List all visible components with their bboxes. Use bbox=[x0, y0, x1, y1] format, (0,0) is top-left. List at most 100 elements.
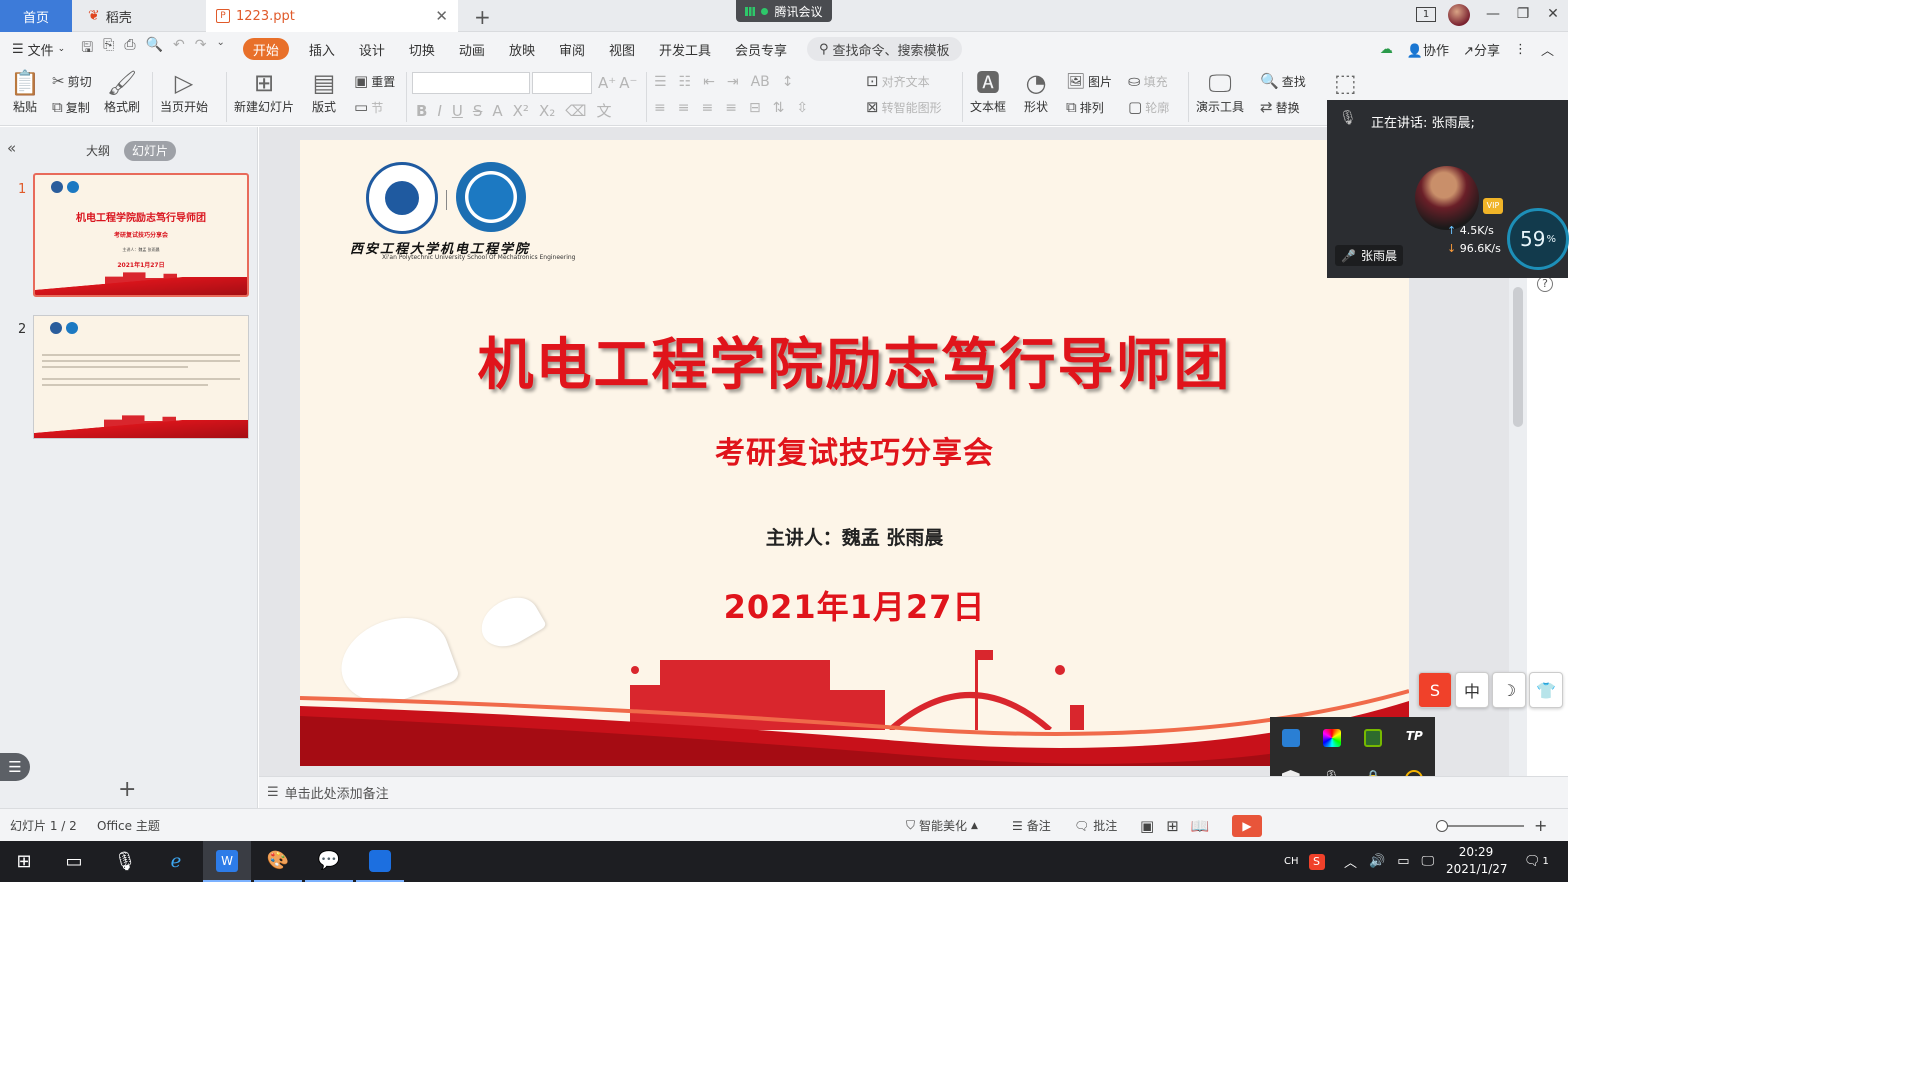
clock[interactable]: 20:29 2021/1/27 bbox=[1446, 844, 1508, 878]
slide-subtitle[interactable]: 考研复试技巧分享会 bbox=[300, 428, 1409, 472]
collapse-ribbon-icon[interactable]: ︿ bbox=[1541, 40, 1554, 59]
export-icon[interactable]: ⎘ bbox=[103, 37, 114, 61]
align-text-button[interactable]: ⊡ 对齐文本 bbox=[866, 72, 930, 90]
para-spacing-icon[interactable]: ⇳ bbox=[796, 100, 808, 116]
help-icon[interactable]: ? bbox=[1537, 276, 1553, 292]
subscript-icon[interactable]: X₂ bbox=[539, 102, 555, 120]
phonetic-icon[interactable]: 文 bbox=[596, 100, 611, 121]
volume-icon[interactable]: 🔊 bbox=[1369, 854, 1385, 869]
align-right-icon[interactable]: ≡ bbox=[701, 100, 713, 116]
underline-icon[interactable]: U bbox=[452, 102, 463, 120]
share-button[interactable]: ↗分享 bbox=[1463, 40, 1500, 59]
menu-view[interactable]: 视图 bbox=[597, 32, 647, 66]
clear-format-icon[interactable]: ⌫ bbox=[565, 102, 586, 120]
beautify-button[interactable]: ⛉ 智能美化 ▲ bbox=[906, 809, 978, 842]
task-view-button[interactable]: ▭ bbox=[50, 841, 98, 882]
tab-home[interactable]: 首页 bbox=[0, 0, 72, 32]
minimize-icon[interactable]: — bbox=[1478, 6, 1508, 22]
align-left-icon[interactable]: ≡ bbox=[654, 100, 666, 116]
slide-thumbnail-1[interactable]: 机电工程学院励志笃行导师团 考研复试技巧分享会 主讲人：魏孟 张雨晨 2021年… bbox=[33, 173, 249, 297]
user-avatar[interactable] bbox=[1448, 4, 1470, 26]
menu-review[interactable]: 审阅 bbox=[547, 32, 597, 66]
undo-icon[interactable]: ↶ bbox=[173, 37, 185, 61]
nvidia-icon[interactable] bbox=[1364, 728, 1383, 747]
slide-1[interactable]: 西安工程大学机电工程学院 Xi'an Polytechnic Universit… bbox=[300, 140, 1409, 766]
taskbar-wechat[interactable]: 💬 bbox=[305, 841, 353, 882]
tab-document[interactable]: P 1223.ppt ✕ bbox=[206, 0, 458, 32]
battery-icon[interactable]: ▭ bbox=[1397, 854, 1409, 869]
italic-icon[interactable]: I bbox=[437, 102, 441, 120]
numbered-list-icon[interactable]: ☷ bbox=[679, 74, 692, 90]
menu-member[interactable]: 会员专享 bbox=[723, 32, 799, 66]
replace-button[interactable]: ⇄ 替换 bbox=[1260, 98, 1300, 116]
scrollbar-thumb[interactable] bbox=[1513, 287, 1523, 427]
start-button[interactable]: ⊞ bbox=[0, 841, 48, 882]
menu-developer[interactable]: 开发工具 bbox=[647, 32, 723, 66]
picture-button[interactable]: 🖼 图片 bbox=[1066, 72, 1112, 90]
taskbar-meeting[interactable]: 🎙 bbox=[101, 841, 149, 882]
zoom-slider[interactable] bbox=[1436, 819, 1524, 832]
justify-icon[interactable]: ≡ bbox=[725, 100, 737, 116]
font-family-select[interactable] bbox=[412, 72, 530, 94]
play-slideshow-button[interactable]: ▶ bbox=[1232, 809, 1262, 842]
section-button[interactable]: ▭ 节 bbox=[354, 98, 383, 116]
menu-design[interactable]: 设计 bbox=[347, 32, 397, 66]
slide-title[interactable]: 机电工程学院励志笃行导师团 bbox=[300, 320, 1409, 401]
network-app-icon[interactable] bbox=[1281, 728, 1300, 747]
add-slide-icon[interactable]: + bbox=[118, 777, 136, 802]
menu-transition[interactable]: 切换 bbox=[397, 32, 447, 66]
shape-button[interactable]: ◔ 形状 bbox=[1024, 68, 1048, 115]
taskbar-ie[interactable]: ℯ bbox=[152, 841, 200, 882]
zoom-knob[interactable] bbox=[1436, 819, 1448, 832]
bullet-list-icon[interactable]: ☰ bbox=[654, 74, 667, 90]
close-tab-icon[interactable]: ✕ bbox=[435, 7, 448, 25]
taskbar-wps[interactable]: W bbox=[203, 841, 251, 882]
bold-icon[interactable]: B bbox=[416, 102, 427, 120]
restore-icon[interactable]: ❐ bbox=[1508, 6, 1538, 22]
command-search[interactable]: ⚲ 查找命令、搜索模板 bbox=[807, 37, 962, 61]
paste-button[interactable]: 📋 粘贴 bbox=[10, 68, 40, 115]
network-icon[interactable]: 🖵 bbox=[1422, 854, 1435, 869]
normal-view-icon[interactable]: ▣ bbox=[1140, 817, 1154, 835]
redo-icon[interactable]: ↷ bbox=[195, 37, 207, 61]
tp-icon[interactable]: TP bbox=[1405, 729, 1423, 747]
more-icon[interactable]: ⌄ bbox=[216, 37, 224, 61]
menu-home[interactable]: 开始 bbox=[242, 38, 289, 60]
select-pane-button[interactable]: ⬚ bbox=[1334, 68, 1357, 98]
taskbar-tencent-meeting[interactable] bbox=[356, 841, 404, 882]
tray-lang[interactable]: CH S bbox=[1284, 841, 1325, 882]
distribute-icon[interactable]: ⊟ bbox=[749, 100, 761, 116]
chevron-up-icon[interactable]: ︿ bbox=[1344, 852, 1357, 871]
comment-toggle[interactable]: 🗨 批注 bbox=[1074, 809, 1117, 842]
superscript-icon[interactable]: X² bbox=[513, 102, 529, 120]
color-app-icon[interactable] bbox=[1322, 728, 1341, 747]
save-icon[interactable]: 🖫 bbox=[81, 37, 93, 61]
strikethrough-icon[interactable]: S bbox=[473, 102, 483, 120]
text-case-icon[interactable]: AB bbox=[751, 74, 770, 90]
meeting-floating-panel[interactable]: 🎙 正在讲话: 张雨晨; VIP 🎤 张雨晨 ↑ 4.5K/s ↓ 96.6K/… bbox=[1327, 100, 1569, 278]
align-center-icon[interactable]: ≡ bbox=[678, 100, 690, 116]
menu-slideshow[interactable]: 放映 bbox=[497, 32, 547, 66]
line-spacing-icon[interactable]: ⇅ bbox=[773, 100, 785, 116]
list-menu-icon[interactable]: ☰ bbox=[0, 753, 30, 781]
tab-slides[interactable]: 幻灯片 bbox=[124, 141, 177, 161]
slide-thumbnail-2[interactable] bbox=[33, 315, 249, 439]
menu-animation[interactable]: 动画 bbox=[447, 32, 497, 66]
font-color-icon[interactable]: A bbox=[492, 102, 502, 120]
page-indicator[interactable]: 1 bbox=[1416, 7, 1436, 22]
arrange-button[interactable]: ⧉ 排列 bbox=[1066, 98, 1104, 116]
fill-button[interactable]: ⛀ 填充 bbox=[1128, 72, 1168, 90]
notes-toggle[interactable]: ☰ 备注 bbox=[1012, 809, 1051, 842]
sogou-icon[interactable]: S bbox=[1418, 672, 1452, 708]
notes-bar[interactable]: ☰ 单击此处添加备注 bbox=[259, 776, 1568, 808]
cut-button[interactable]: ✂ 剪切 bbox=[52, 72, 92, 90]
preview-icon[interactable]: 🔍 bbox=[146, 37, 163, 61]
indent-decrease-icon[interactable]: ⇤ bbox=[703, 74, 715, 90]
ime-mode-button[interactable]: 中 bbox=[1455, 672, 1489, 708]
font-grow-shrink[interactable]: A⁺ A⁻ bbox=[598, 74, 637, 92]
font-size-select[interactable] bbox=[532, 72, 592, 94]
collapse-pane-icon[interactable]: « bbox=[7, 139, 16, 157]
cloud-sync-icon[interactable]: ☁ bbox=[1380, 42, 1393, 57]
moon-icon[interactable]: ☽ bbox=[1492, 672, 1526, 708]
new-tab-button[interactable]: + bbox=[474, 5, 491, 29]
